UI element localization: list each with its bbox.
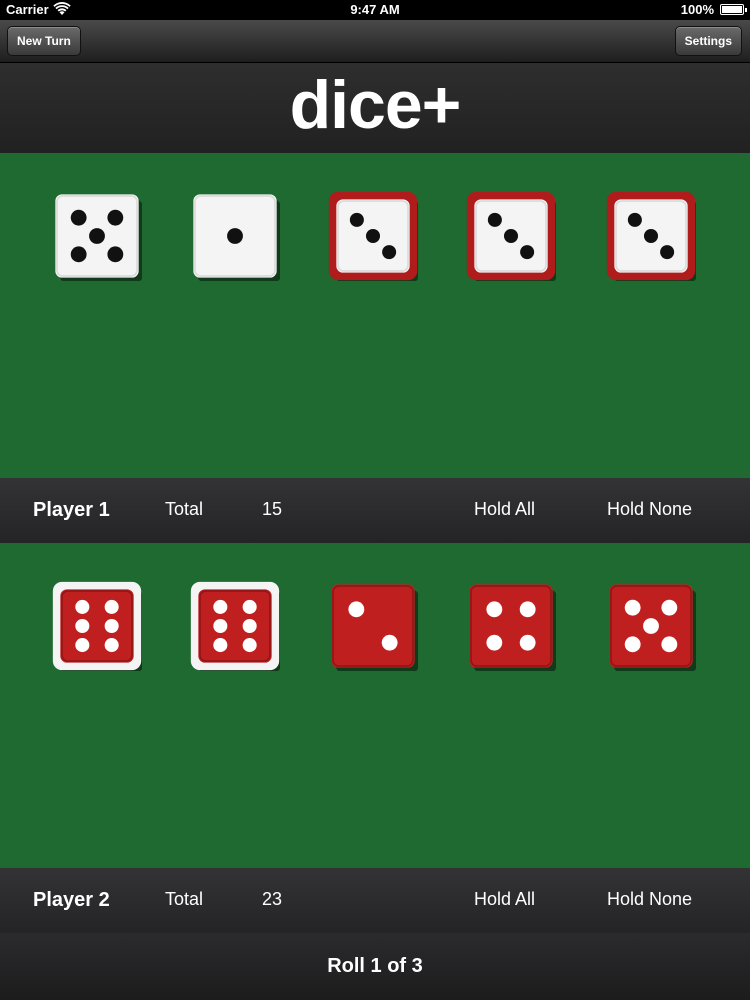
die-pip: [75, 638, 90, 653]
die-pip: [107, 246, 124, 263]
player-2-bar: Player 2 Total 23 Hold All Hold None: [0, 868, 750, 933]
app-logo: dice+: [289, 67, 462, 143]
die-pip: [643, 618, 659, 634]
die-pip: [242, 599, 257, 614]
die-face-2: [331, 584, 418, 671]
battery-percent: 100%: [680, 2, 714, 17]
die-pip: [213, 638, 228, 653]
total-value: 23: [262, 889, 283, 909]
die-pip: [503, 228, 519, 244]
die-pip: [382, 245, 397, 260]
die-face-4: [469, 584, 556, 671]
die-pip: [519, 601, 536, 618]
die-pip: [660, 245, 675, 260]
die-1[interactable]: [55, 194, 142, 281]
die-pip: [70, 209, 87, 226]
die-pip: [104, 599, 119, 614]
hold-all-button[interactable]: Hold All: [474, 889, 535, 910]
hold-all-button[interactable]: Hold All: [474, 499, 535, 520]
new-turn-button[interactable]: New Turn: [7, 26, 81, 56]
die-4[interactable]: [469, 584, 556, 671]
die-pip: [661, 599, 678, 616]
die-face-6: [52, 581, 142, 671]
die-3[interactable]: [331, 584, 418, 671]
die-pip: [104, 618, 119, 634]
die-pip: [242, 638, 257, 653]
die-pip: [89, 228, 105, 244]
die-2[interactable]: [193, 194, 280, 281]
die-pip: [365, 228, 381, 244]
die-pip: [624, 636, 641, 653]
total-label: Total: [165, 889, 204, 909]
logo-bar: dice+: [0, 63, 750, 153]
total-value: 15: [262, 499, 283, 519]
die-3[interactable]: [328, 191, 418, 281]
die-pip: [643, 228, 659, 244]
roll-status: Roll 1 of 3: [327, 955, 423, 977]
die-pip: [486, 601, 503, 618]
die-face-1: [193, 194, 280, 281]
die-pip: [213, 599, 228, 614]
die-pip: [520, 245, 535, 260]
die-pip: [519, 634, 536, 651]
die-pip: [104, 638, 119, 653]
player-2-dice-tray: [0, 543, 750, 868]
die-1[interactable]: [52, 581, 142, 671]
battery-icon: [720, 4, 747, 15]
total-label: Total: [165, 499, 204, 519]
die-pip: [107, 209, 124, 226]
die-pip: [487, 212, 502, 227]
die-pip: [349, 212, 364, 227]
die-face-5: [609, 584, 696, 671]
die-pip: [627, 212, 642, 227]
hold-none-button[interactable]: Hold None: [607, 499, 692, 520]
die-pip: [348, 601, 365, 618]
player-name: Player 1: [33, 499, 110, 521]
player-1-dice-tray: [0, 153, 750, 478]
die-2[interactable]: [190, 581, 280, 671]
status-bar: Carrier 9:47 AM 100%: [0, 0, 750, 20]
die-4[interactable]: [466, 191, 556, 281]
nav-bar: New Turn Settings: [0, 20, 750, 63]
die-face-3: [606, 191, 696, 281]
die-pip: [75, 599, 90, 614]
roll-status-bar: Roll 1 of 3: [0, 933, 750, 1000]
die-pip: [661, 636, 678, 653]
player-name: Player 2: [33, 889, 110, 911]
die-pip: [227, 228, 243, 244]
die-pip: [624, 599, 641, 616]
die-pip: [75, 618, 90, 634]
die-5[interactable]: [609, 584, 696, 671]
die-pip: [381, 634, 398, 651]
die-pip: [70, 246, 87, 263]
die-pip: [242, 618, 257, 634]
hold-none-button[interactable]: Hold None: [607, 889, 692, 910]
die-pip: [486, 634, 503, 651]
die-face-5: [55, 194, 142, 281]
die-face-3: [466, 191, 556, 281]
settings-button[interactable]: Settings: [674, 26, 742, 56]
die-face-3: [328, 191, 418, 281]
player-1-bar: Player 1 Total 15 Hold All Hold None: [0, 478, 750, 543]
status-time: 9:47 AM: [350, 2, 400, 17]
die-5[interactable]: [606, 191, 696, 281]
die-pip: [213, 618, 228, 634]
die-face-6: [190, 581, 280, 671]
